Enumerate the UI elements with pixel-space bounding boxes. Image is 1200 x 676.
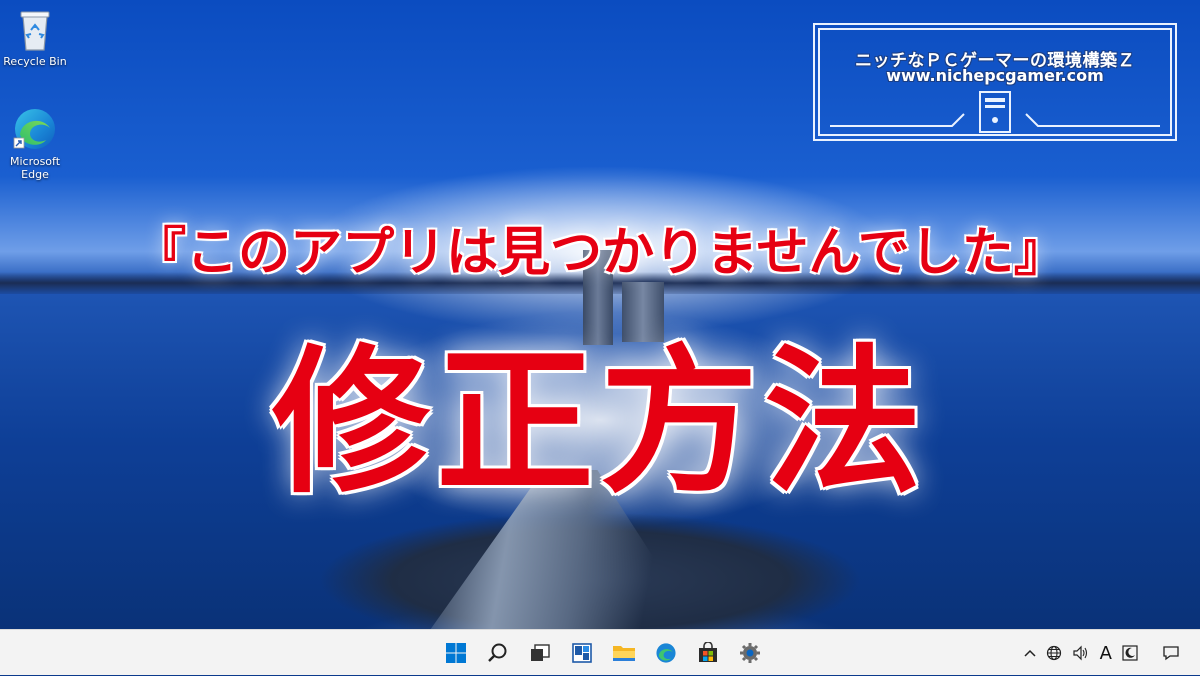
file-explorer-icon (613, 646, 635, 661)
focus-assist-button[interactable] (1122, 643, 1138, 663)
edge-taskbar-button[interactable] (650, 637, 682, 669)
store-icon (699, 642, 717, 662)
start-button[interactable] (440, 637, 472, 669)
widgets-icon (572, 643, 592, 663)
desktop-icon-label: Microsoft Edge (9, 155, 61, 181)
desktop-icon-microsoft-edge[interactable]: Microsoft Edge (0, 106, 70, 181)
notification-icon (1163, 646, 1179, 661)
edge-icon (656, 643, 676, 663)
recycle-bin-icon (20, 11, 50, 51)
desktop-icon-label: Recycle Bin (3, 55, 67, 68)
desktop-icon-recycle-bin[interactable]: Recycle Bin (0, 8, 70, 68)
globe-icon (1046, 645, 1061, 661)
edge-icon (13, 109, 55, 149)
settings-icon (740, 643, 760, 663)
file-explorer-button[interactable] (608, 637, 640, 669)
chevron-up-icon (1024, 649, 1036, 657)
system-tray: A (1024, 630, 1180, 676)
store-button[interactable] (692, 637, 724, 669)
headline-error-message: 『このアプリは見つかりませんでした』 (134, 223, 1066, 283)
logo-frame-decoration (830, 113, 1160, 127)
settings-button[interactable] (734, 637, 766, 669)
widgets-button[interactable] (566, 637, 598, 669)
notifications-button[interactable] (1162, 643, 1180, 663)
volume-button[interactable] (1072, 643, 1090, 663)
windows-start-icon (446, 643, 466, 663)
task-view-icon (531, 644, 550, 661)
search-icon (488, 643, 507, 662)
show-hidden-icons-button[interactable] (1024, 643, 1036, 663)
search-button[interactable] (482, 637, 514, 669)
task-view-button[interactable] (524, 637, 556, 669)
speaker-icon (1073, 645, 1087, 661)
site-logo: ニッチなＰＣゲーマーの環境構築Ｚ www.nichepcgamer.com (813, 23, 1177, 141)
taskbar: A (0, 629, 1200, 675)
network-button[interactable] (1046, 643, 1062, 663)
ime-mode-indicator[interactable]: A (1100, 643, 1112, 664)
taskbar-apps (440, 637, 766, 669)
moon-icon (1122, 645, 1138, 661)
headline-fix-method: 修正方法 (272, 331, 928, 515)
logo-url: www.nichepcgamer.com (886, 66, 1104, 85)
